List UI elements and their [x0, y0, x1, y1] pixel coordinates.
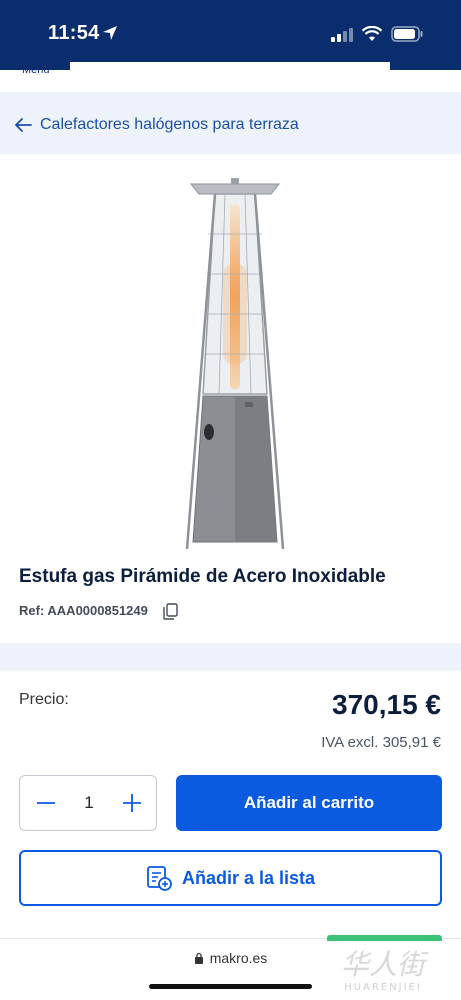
battery-icon	[391, 26, 423, 42]
add-list-icon	[147, 866, 172, 891]
plus-icon[interactable]	[120, 790, 144, 816]
watermark-logo: 华人街 HUARENJIEI	[341, 948, 429, 993]
svg-text:华人街: 华人街	[341, 948, 429, 981]
location-arrow-icon	[103, 26, 117, 40]
status-time: 11:54	[48, 22, 100, 44]
back-arrow-icon[interactable]	[14, 117, 32, 133]
svg-text:HUARENJIEI: HUARENJIEI	[344, 982, 422, 993]
product-ref: Ref: AAA0000851249	[19, 603, 148, 618]
product-title: Estufa gas Pirámide de Acero Inoxidable	[19, 566, 386, 587]
quantity-stepper: 1	[19, 775, 157, 831]
product-image[interactable]	[175, 174, 295, 554]
section-divider	[0, 643, 461, 671]
home-indicator[interactable]	[149, 984, 312, 989]
price-vat-excl: IVA excl. 305,91 €	[321, 734, 441, 751]
copy-icon[interactable]	[163, 603, 178, 620]
browser-url: makro.es	[209, 950, 268, 966]
price-label: Precio:	[19, 691, 69, 708]
search-input[interactable]	[70, 62, 390, 76]
lock-icon	[194, 952, 203, 964]
add-to-cart-button[interactable]: Añadir al carrito	[176, 775, 442, 831]
add-to-list-label: Añadir a la lista	[181, 867, 316, 888]
cellular-signal-icon	[331, 28, 353, 42]
add-to-list-button[interactable]: Añadir a la lista	[19, 850, 442, 906]
wifi-icon	[362, 26, 382, 41]
status-bar: 11:54	[0, 0, 461, 70]
partial-green-button[interactable]	[327, 935, 442, 941]
menu-label[interactable]: Menu	[22, 64, 50, 76]
breadcrumb-link[interactable]: Calefactores halógenos para terraza	[40, 116, 299, 134]
price-value: 370,15 €	[332, 689, 441, 720]
